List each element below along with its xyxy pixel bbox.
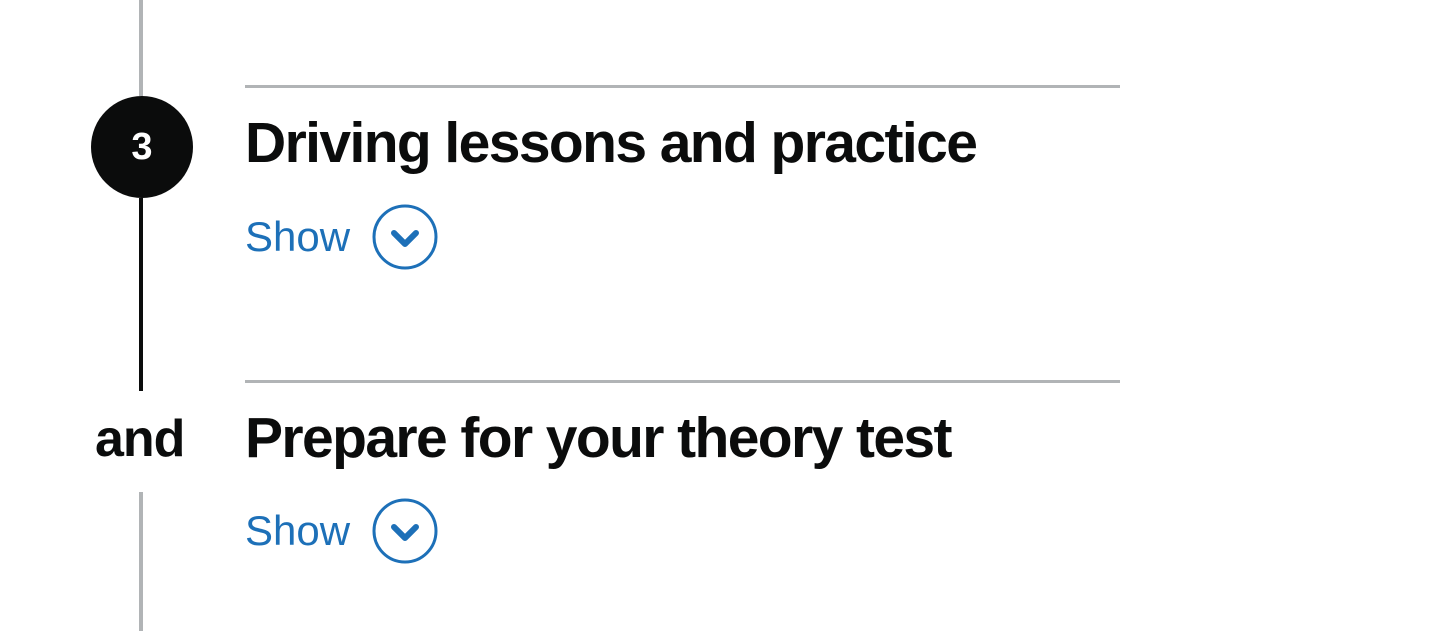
show-toggle-label: Show [245,213,351,260]
step-title-theory-test[interactable]: Prepare for your theory test [245,403,953,473]
timeline-line-active [139,198,143,391]
step-number-badge: 3 [91,96,193,198]
show-toggle-label: Show [245,507,351,554]
timeline-line-bottom [139,492,143,631]
step-divider [245,85,1120,88]
chevron-down-icon [372,498,438,564]
step-and-marker: and [95,404,205,474]
step-title-driving-lessons[interactable]: Driving lessons and practice [245,108,978,178]
show-toggle-driving-lessons[interactable]: Show [245,204,438,270]
timeline-line-top [139,0,143,96]
step-divider [245,380,1120,383]
chevron-down-icon [372,204,438,270]
show-toggle-theory-test[interactable]: Show [245,498,438,564]
